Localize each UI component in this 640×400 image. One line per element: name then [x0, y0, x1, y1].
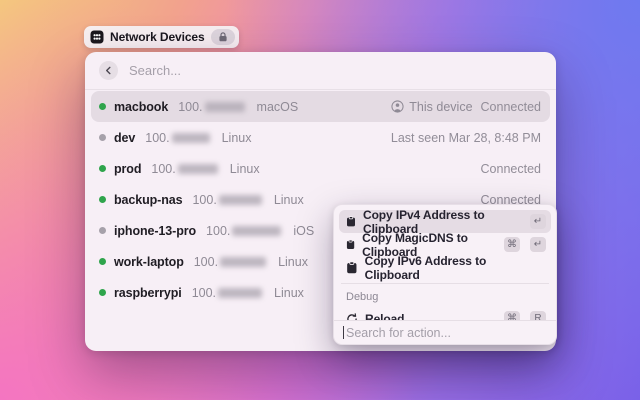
- ip-redacted-blur: [172, 133, 210, 143]
- shortcut-key: ⌘: [504, 237, 520, 252]
- ip-prefix: 100.: [192, 193, 216, 207]
- status-dot: [99, 196, 106, 203]
- this-device-badge: This device: [391, 100, 472, 114]
- action-menu-item[interactable]: Copy IPv6 Address to Clipboard: [339, 256, 551, 279]
- device-os: macOS: [257, 100, 299, 114]
- device-os: Linux: [278, 255, 308, 269]
- device-name: raspberrypi: [114, 286, 182, 300]
- action-label: Reload: [365, 312, 404, 321]
- device-name: backup-nas: [114, 193, 182, 207]
- app-grid-icon: [90, 30, 104, 44]
- ip-redacted-blur: [220, 257, 266, 267]
- ip-prefix: 100.: [192, 286, 216, 300]
- ip-prefix: 100.: [151, 162, 175, 176]
- action-search-bar[interactable]: Search for action...: [334, 320, 556, 344]
- device-name: work-laptop: [114, 255, 184, 269]
- menu-section-label: Debug: [339, 288, 551, 307]
- device-ip: 100.: [145, 131, 209, 145]
- ip-prefix: 100.: [145, 131, 169, 145]
- device-os: Linux: [274, 193, 304, 207]
- device-row[interactable]: dev 100. Linux Last seen Mar 28, 8:48 PM: [91, 122, 550, 153]
- clipboard-icon: [346, 238, 355, 251]
- device-ip: 100.: [178, 100, 244, 114]
- device-ip: 100.: [192, 286, 262, 300]
- device-name: dev: [114, 131, 135, 145]
- clipboard-icon: [346, 261, 358, 274]
- device-row[interactable]: prod 100. Linux Connected: [91, 153, 550, 184]
- status-dot: [99, 289, 106, 296]
- action-label: Copy IPv6 Address to Clipboard: [365, 254, 539, 282]
- status-dot: [99, 258, 106, 265]
- ip-redacted-blur: [205, 102, 245, 112]
- search-input[interactable]: Search...: [129, 63, 181, 78]
- ip-prefix: 100.: [178, 100, 202, 114]
- command-badge[interactable]: Network Devices: [84, 26, 239, 48]
- device-ip: 100.: [194, 255, 266, 269]
- shortcut-key: R: [530, 311, 546, 320]
- ip-redacted-blur: [178, 164, 218, 174]
- status-dot: [99, 134, 106, 141]
- device-name: prod: [114, 162, 141, 176]
- action-menu-item[interactable]: Reload ⌘ R: [339, 307, 551, 320]
- person-circle-icon: [391, 100, 404, 113]
- network-devices-window: Search... macbook 100. macOS This device…: [85, 52, 556, 351]
- device-os: Linux: [222, 131, 252, 145]
- status-dot: [99, 227, 106, 234]
- ip-prefix: 100.: [206, 224, 230, 238]
- action-menu-panel: Copy IPv4 Address to Clipboard ↵ Copy Ma…: [333, 204, 557, 345]
- device-name: iphone-13-pro: [114, 224, 196, 238]
- shortcut-key: ⌘: [504, 311, 520, 320]
- device-ip: 100.: [206, 224, 281, 238]
- shortcut-key: ↵: [530, 214, 546, 229]
- status-dot: [99, 103, 106, 110]
- chevron-left-icon: [104, 66, 113, 75]
- ip-redacted-blur: [219, 195, 262, 205]
- lock-icon: [217, 31, 229, 43]
- ip-redacted-blur: [218, 288, 262, 298]
- device-os: Linux: [274, 286, 304, 300]
- back-button[interactable]: [99, 61, 118, 80]
- menu-divider: [341, 283, 549, 284]
- lock-chip: [211, 29, 235, 45]
- text-cursor: [343, 326, 344, 339]
- command-badge-label: Network Devices: [110, 30, 205, 44]
- ip-prefix: 100.: [194, 255, 218, 269]
- device-status: Last seen Mar 28, 8:48 PM: [391, 131, 541, 145]
- search-bar: Search...: [85, 52, 556, 89]
- ip-redacted-blur: [232, 226, 281, 236]
- device-status: Connected: [481, 162, 541, 176]
- device-row[interactable]: macbook 100. macOS This device Connected: [91, 91, 550, 122]
- reload-icon: [346, 313, 358, 321]
- device-name: macbook: [114, 100, 168, 114]
- device-os: Linux: [230, 162, 260, 176]
- shortcut-key: ↵: [530, 237, 546, 252]
- action-search-input[interactable]: Search for action...: [346, 326, 451, 340]
- device-os: iOS: [293, 224, 314, 238]
- action-menu-list: Copy IPv4 Address to Clipboard ↵ Copy Ma…: [334, 205, 556, 320]
- status-dot: [99, 165, 106, 172]
- device-status: Connected: [481, 100, 541, 114]
- device-ip: 100.: [151, 162, 217, 176]
- this-device-label: This device: [409, 100, 472, 114]
- device-ip: 100.: [192, 193, 261, 207]
- clipboard-icon: [346, 215, 356, 228]
